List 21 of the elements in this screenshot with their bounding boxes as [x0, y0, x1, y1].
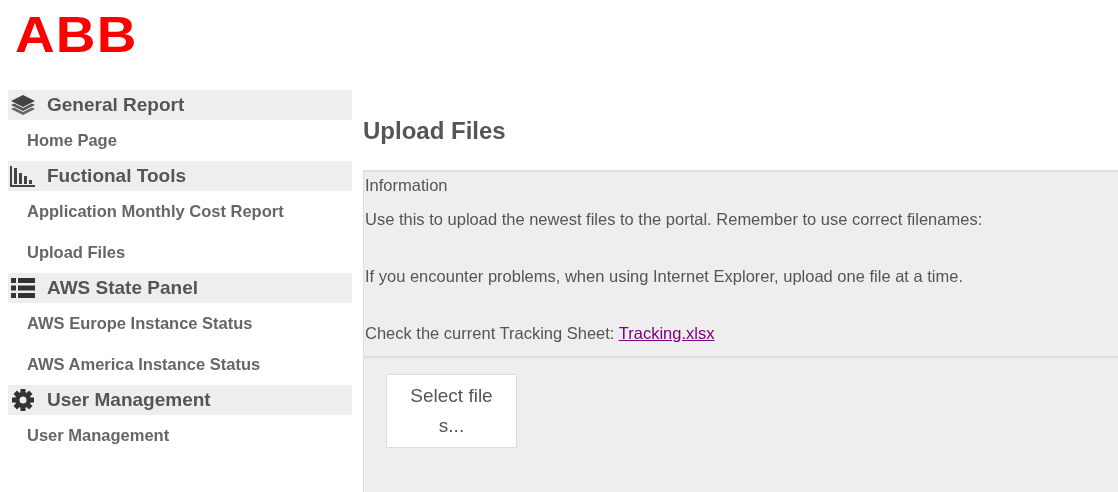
- logo: ABB: [15, 12, 138, 58]
- info-text: If you encounter problems, when using Internet Explorer, upload one file at a time.: [365, 266, 964, 287]
- section-title: AWS State Panel: [47, 277, 198, 299]
- bar-chart-icon: [10, 165, 36, 187]
- list-icon: [10, 277, 36, 299]
- file-link[interactable]: Tracking.xlsx: [618, 324, 715, 342]
- info-text: Check the current Tracking Sheet: Tracking.xlsx: [365, 323, 715, 344]
- select-files-button[interactable]: Select files...: [386, 374, 517, 448]
- info-text: Use this to upload the newest files to the portal. Remember to use correct filenames:: [365, 209, 983, 230]
- panel-heading: Information: [365, 175, 448, 196]
- sidebar-link[interactable]: Upload Files: [27, 232, 126, 273]
- sidebar-link[interactable]: AWS America Instance Status: [27, 344, 261, 385]
- sidebar-link[interactable]: Application Monthly Cost Report: [27, 191, 284, 232]
- layers-icon: [10, 94, 36, 116]
- section-title: General Report: [47, 94, 185, 116]
- section-title: User Management: [47, 389, 211, 411]
- page-title: Upload Files: [363, 118, 506, 146]
- section-title: Fuctional Tools: [47, 165, 186, 187]
- sidebar-link[interactable]: User Management: [27, 415, 170, 456]
- sidebar-link[interactable]: AWS Europe Instance Status: [27, 303, 253, 344]
- sidebar-link[interactable]: Home Page: [27, 120, 117, 161]
